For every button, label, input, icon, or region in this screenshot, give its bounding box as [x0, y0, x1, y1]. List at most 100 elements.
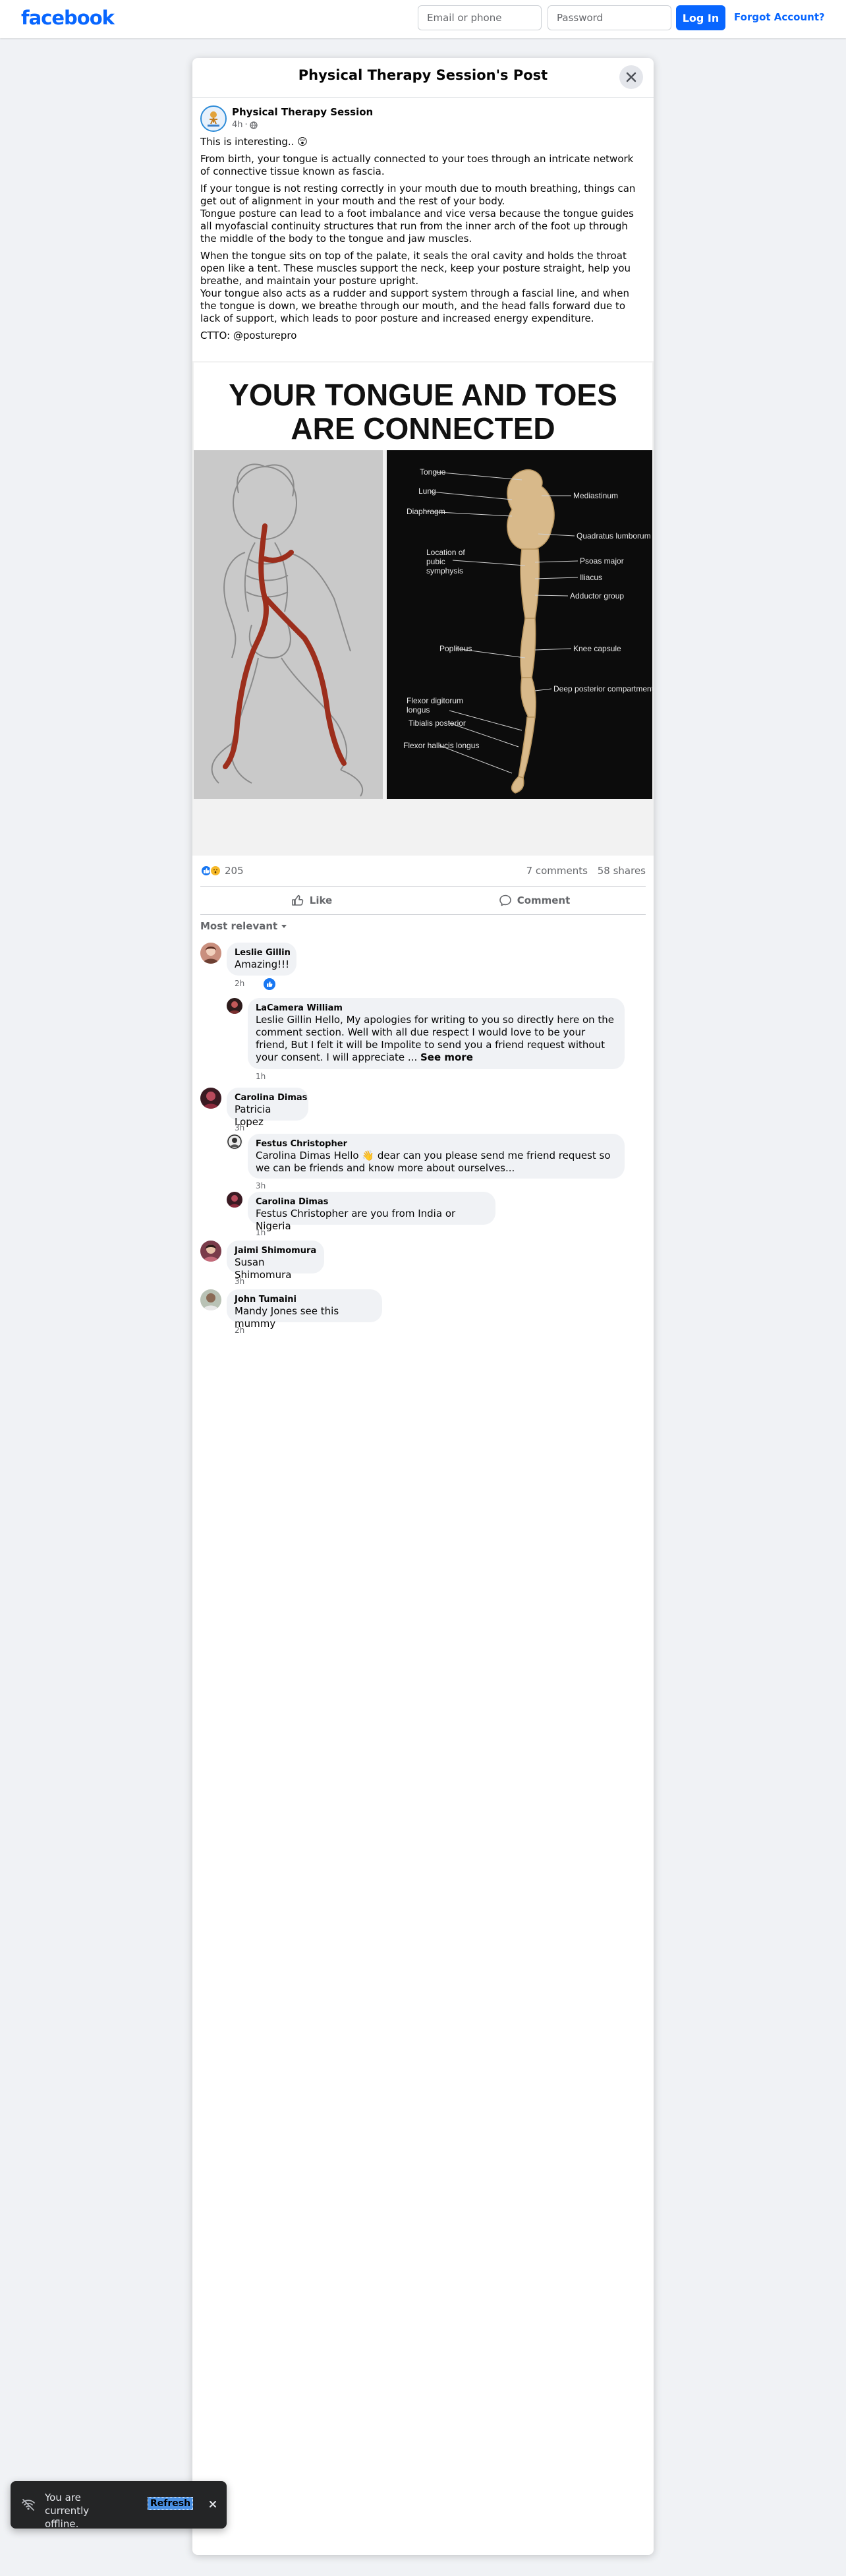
label-location-3: symphysis — [426, 566, 463, 575]
comment-like-reaction-icon[interactable] — [264, 978, 275, 990]
label-adductor: Adductor group — [570, 591, 624, 600]
engagement-counts: 7 comments 58 shares — [520, 865, 646, 877]
post-paragraph: Your tongue also acts as a rudder and su… — [200, 287, 629, 324]
offline-toast: You are currently offline. Refresh — [11, 2481, 227, 2530]
comment-text: Susan Shimomura — [235, 1256, 292, 1281]
post-actions-bar: Like Comment — [200, 886, 646, 915]
offline-message: You are currently offline. — [45, 2492, 90, 2530]
label-fhl: Flexor hallucis longus — [403, 741, 479, 750]
reactions-summary[interactable]: 205 — [200, 865, 244, 877]
comment-bubble: John Tumaini Mandy Jones see this mummy — [227, 1289, 382, 1330]
post-body: This is interesting.. 😲 From birth, your… — [200, 136, 646, 347]
thumbs-up-icon — [291, 894, 303, 906]
label-tibialis: Tibialis posterior — [409, 718, 466, 728]
avatar[interactable] — [227, 1192, 242, 1208]
wifi-off-icon — [21, 2498, 36, 2515]
comment-text: Carolina Dimas Hello 👋 dear can you plea… — [256, 1150, 611, 1174]
comment-text: Festus Christopher are you from India or… — [256, 1208, 456, 1232]
login-button[interactable]: Log In — [676, 5, 725, 30]
label-psoas: Psoas major — [580, 556, 624, 566]
avatar[interactable] — [200, 943, 221, 964]
refresh-button[interactable]: Refresh — [148, 2497, 194, 2510]
page-name[interactable]: Physical Therapy Session — [232, 106, 373, 118]
toast-close-button[interactable] — [206, 2497, 220, 2511]
label-popliteus: Popliteus — [439, 644, 472, 653]
comment-author[interactable]: Jaimi Shimomura — [235, 1246, 316, 1256]
like-label: Like — [309, 894, 333, 906]
label-quadratus: Quadratus lumborum — [577, 531, 651, 541]
see-more-link[interactable]: See more — [420, 1051, 473, 1063]
comment-bubble: Carolina Dimas Festus Christopher are yo… — [248, 1192, 495, 1232]
comment-author[interactable]: Carolina Dimas — [235, 1093, 307, 1103]
shares-count[interactable]: 58 shares — [598, 865, 646, 877]
caret-down-icon — [281, 925, 287, 928]
post-stats: 205 7 comments 58 shares — [200, 865, 646, 881]
comment-item: Leslie Gillin Amazing!!! 2h — [200, 943, 646, 990]
label-tongue: Tongue — [420, 467, 446, 477]
post-paragraph: CTTO: @posturepro — [200, 330, 297, 341]
email-field[interactable] — [418, 5, 542, 30]
avatar[interactable] — [227, 1134, 242, 1150]
avatar-image — [202, 107, 225, 131]
image-headline-1: YOUR TONGUE AND TOES — [229, 378, 617, 412]
comment-time[interactable]: 3h — [235, 1277, 244, 1286]
password-field[interactable] — [548, 5, 671, 30]
label-deep: Deep posterior compartment — [553, 684, 654, 693]
dialog-header: Physical Therapy Session's Post — [192, 58, 654, 98]
reply-item: Festus Christopher Carolina Dimas Hello … — [227, 1134, 646, 1193]
close-icon — [626, 72, 636, 82]
comment-time[interactable]: 1h — [256, 1228, 266, 1237]
reply-item: LaCamera William Leslie Gillin Hello, My… — [227, 998, 646, 1081]
globe-icon — [250, 121, 258, 129]
reply-item: Carolina Dimas Festus Christopher are yo… — [227, 1192, 646, 1238]
label-location-1: Location of — [426, 548, 465, 557]
label-iliacus: Iliacus — [580, 573, 602, 582]
meta-separator: · — [244, 120, 248, 130]
comment-author[interactable]: Carolina Dimas — [256, 1197, 488, 1208]
dialog-title: Physical Therapy Session's Post — [298, 67, 548, 83]
post-paragraph: Tongue posture can lead to a foot imbala… — [200, 208, 634, 245]
comment-text: Mandy Jones see this mummy — [235, 1305, 339, 1330]
comment-time[interactable]: 3h — [235, 1123, 244, 1132]
label-fdl-2: longus — [407, 705, 430, 715]
post-meta: 4h · — [232, 120, 258, 130]
post-paragraph: From birth, your tongue is actually conn… — [200, 153, 634, 177]
comment-time[interactable]: 1h — [256, 1072, 266, 1081]
close-button[interactable] — [619, 65, 643, 89]
comment-bubble: Festus Christopher Carolina Dimas Hello … — [248, 1134, 625, 1179]
comment-time[interactable]: 2h — [235, 979, 244, 988]
comment-item: John Tumaini Mandy Jones see this mummy … — [200, 1289, 646, 1335]
comment-author[interactable]: Festus Christopher — [256, 1139, 617, 1150]
sort-label: Most relevant — [200, 920, 278, 932]
avatar[interactable] — [200, 1289, 221, 1310]
forgot-account-link[interactable]: Forgot Account? — [734, 11, 825, 23]
avatar[interactable] — [200, 1088, 221, 1109]
label-lung: Lung — [418, 486, 436, 496]
comment-button[interactable]: Comment — [423, 887, 646, 914]
facebook-logo[interactable]: facebook — [21, 7, 115, 29]
label-knee: Knee capsule — [573, 644, 621, 653]
post-time[interactable]: 4h — [232, 120, 243, 130]
comment-icon — [499, 894, 511, 906]
comment-item: Jaimi Shimomura Susan Shimomura 3h — [200, 1241, 646, 1287]
comment-bubble: Leslie Gillin Amazing!!! — [227, 943, 296, 976]
comment-author[interactable]: John Tumaini — [235, 1295, 374, 1305]
image-headline-2: ARE CONNECTED — [291, 411, 555, 446]
page-avatar[interactable] — [200, 105, 227, 132]
comment-label: Comment — [517, 894, 571, 906]
post-paragraph: This is interesting.. 😲 — [200, 136, 308, 148]
comments-count[interactable]: 7 comments — [526, 865, 588, 877]
label-fdl-1: Flexor digitorum — [407, 696, 463, 705]
comment-bubble: Jaimi Shimomura Susan Shimomura — [227, 1241, 324, 1281]
comment-time[interactable]: 3h — [256, 1181, 266, 1190]
comment-sort-dropdown[interactable]: Most relevant — [200, 920, 288, 932]
post-image[interactable]: YOUR TONGUE AND TOES ARE CONNECTED Tongu… — [192, 361, 654, 856]
comment-time[interactable]: 2h — [235, 1326, 244, 1335]
like-button[interactable]: Like — [200, 887, 423, 914]
comment-author[interactable]: Leslie Gillin — [235, 948, 291, 958]
avatar[interactable] — [200, 1241, 221, 1262]
comment-bubble: LaCamera William Leslie Gillin Hello, My… — [248, 998, 625, 1069]
comment-author[interactable]: LaCamera William — [256, 1003, 617, 1014]
comment-item: Carolina Dimas Patricia Lopez 3h — [200, 1088, 646, 1132]
avatar[interactable] — [227, 998, 242, 1014]
